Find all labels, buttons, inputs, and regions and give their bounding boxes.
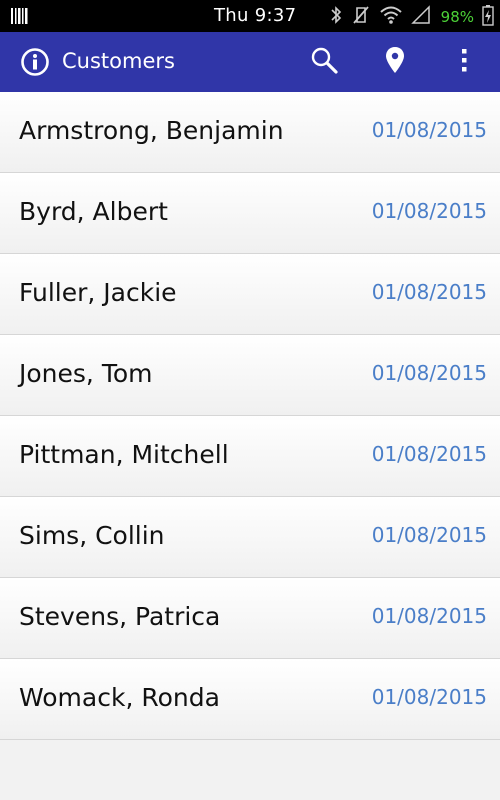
list-item[interactable]: Fuller, Jackie 01/08/2015 [0,254,500,335]
location-pin-icon [384,45,406,79]
status-bar: Thu 9:37 98% [0,0,500,32]
list-item[interactable]: Sims, Collin 01/08/2015 [0,497,500,578]
page-title: Customers [62,49,175,73]
wifi-icon [379,5,403,29]
battery-charging-icon [482,4,494,30]
customer-date: 01/08/2015 [371,361,487,385]
overflow-menu-button[interactable] [446,44,482,80]
barcode-notification-icon [10,6,30,30]
list-item[interactable]: Stevens, Patrica 01/08/2015 [0,578,500,659]
overflow-menu-icon [460,45,468,79]
location-button[interactable] [377,44,413,80]
customer-name: Womack, Ronda [19,683,220,712]
customer-name: Fuller, Jackie [19,278,177,307]
list-item[interactable]: Womack, Ronda 01/08/2015 [0,659,500,740]
search-icon [309,45,339,79]
customer-name: Sims, Collin [19,521,165,550]
customer-name: Pittman, Mitchell [19,440,229,469]
customer-name: Byrd, Albert [19,197,168,226]
customer-name: Stevens, Patrica [19,602,221,631]
customer-date: 01/08/2015 [371,199,487,223]
customer-list: Armstrong, Benjamin 01/08/2015 Byrd, Alb… [0,92,500,740]
status-icons: 98% [329,4,494,30]
customer-name: Jones, Tom [19,359,153,388]
info-icon[interactable] [20,47,50,77]
customer-date: 01/08/2015 [371,442,487,466]
list-item[interactable]: Pittman, Mitchell 01/08/2015 [0,416,500,497]
list-item[interactable]: Byrd, Albert 01/08/2015 [0,173,500,254]
search-button[interactable] [306,44,342,80]
app-bar: Customers [0,32,500,92]
customer-date: 01/08/2015 [371,523,487,547]
customer-date: 01/08/2015 [371,604,487,628]
customer-name: Armstrong, Benjamin [19,116,284,145]
status-time: Thu 9:37 [214,5,297,26]
bluetooth-icon [329,4,343,30]
list-item[interactable]: Armstrong, Benjamin 01/08/2015 [0,92,500,173]
list-item[interactable]: Jones, Tom 01/08/2015 [0,335,500,416]
muted-vibrate-icon [351,4,371,30]
customer-date: 01/08/2015 [371,685,487,709]
battery-percent: 98% [440,8,474,26]
customer-date: 01/08/2015 [371,118,487,142]
customer-date: 01/08/2015 [371,280,487,304]
signal-icon [410,5,431,29]
